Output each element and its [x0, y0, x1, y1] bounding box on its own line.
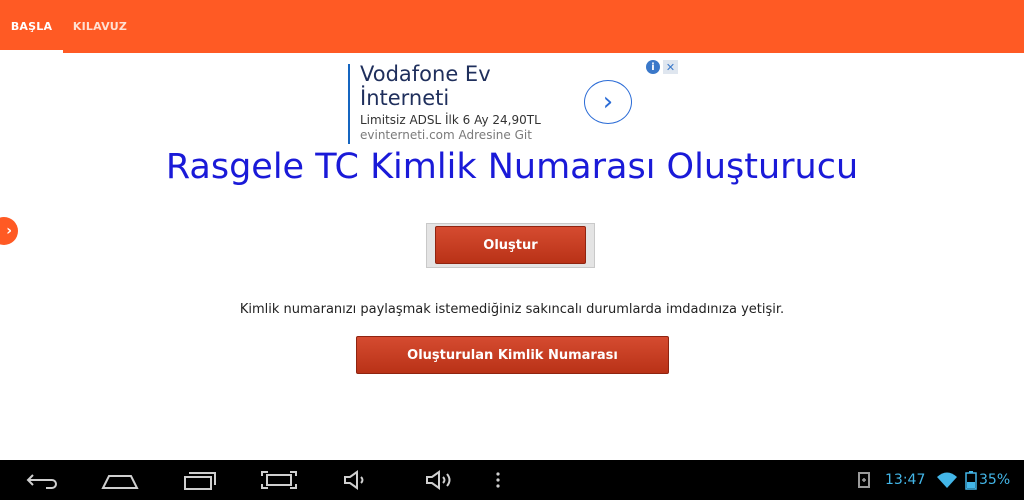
status-time: 13:47	[885, 472, 926, 488]
ad-accent-bar	[348, 64, 350, 144]
back-icon[interactable]	[22, 470, 58, 490]
top-tab-bar: BAŞLA KILAVUZ	[0, 0, 1024, 53]
ad-description: Limitsiz ADSL İlk 6 Ay 24,90TL	[360, 113, 541, 127]
system-nav-bar: 13:47 35%	[0, 460, 1024, 500]
wifi-icon	[937, 472, 957, 488]
generate-button[interactable]: Oluştur	[435, 226, 586, 264]
drawer-chevron-icon[interactable]: ›	[0, 217, 18, 245]
menu-icon[interactable]	[494, 470, 502, 490]
home-icon[interactable]	[101, 470, 139, 490]
info-icon[interactable]: i	[646, 60, 660, 74]
ad-banner[interactable]: Vodafone Ev İnterneti Limitsiz ADSL İlk …	[348, 60, 682, 144]
sd-card-icon	[858, 472, 870, 488]
recent-apps-icon[interactable]	[181, 470, 219, 490]
tab-basla[interactable]: BAŞLA	[0, 0, 63, 53]
info-text: Kimlik numaranızı paylaşmak istemediğini…	[239, 302, 785, 317]
screenshot-icon[interactable]	[260, 470, 298, 490]
volume-down-icon[interactable]	[342, 470, 372, 490]
close-icon[interactable]: ✕	[663, 60, 678, 74]
battery-level: 35%	[979, 472, 1011, 488]
tab-kilavuz[interactable]: KILAVUZ	[63, 0, 137, 53]
generated-id-button[interactable]: Oluşturulan Kimlik Numarası	[356, 336, 669, 374]
volume-up-icon[interactable]	[424, 470, 458, 490]
ad-title[interactable]: Vodafone Ev İnterneti	[360, 62, 560, 110]
battery-icon	[965, 471, 977, 490]
page-title: Rasgele TC Kimlik Numarası Oluşturucu	[165, 147, 859, 187]
ad-source[interactable]: evinterneti.com Adresine Git	[360, 128, 532, 142]
chevron-right-icon[interactable]: ›	[584, 80, 632, 124]
